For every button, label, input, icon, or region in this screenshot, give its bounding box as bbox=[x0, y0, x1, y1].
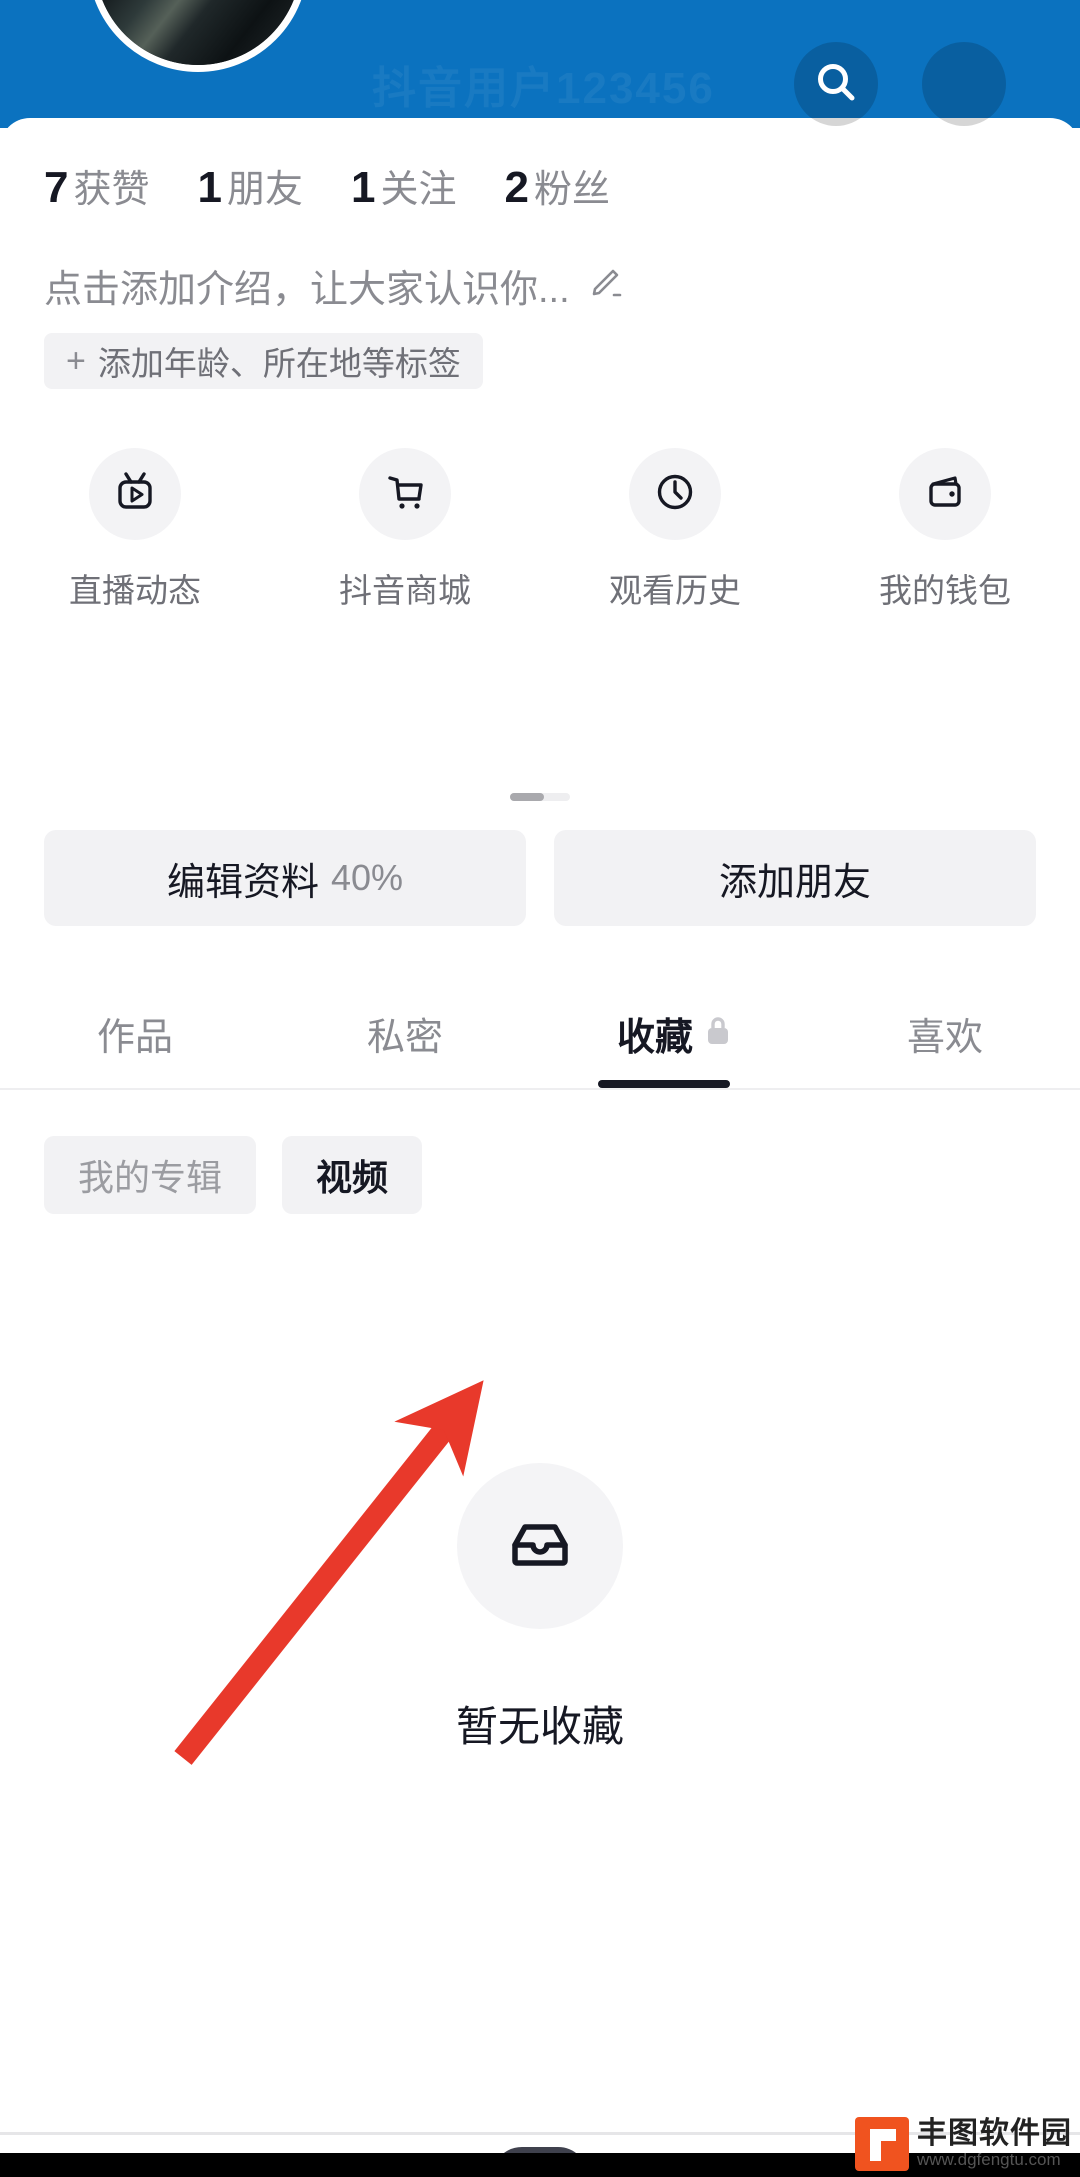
stat-likes-value: 7 bbox=[44, 163, 69, 212]
collection-filter-chips: 我的专辑 视频 bbox=[44, 1136, 448, 1214]
tabs-divider bbox=[0, 1088, 1080, 1090]
quick-action-shop-circle bbox=[359, 448, 451, 540]
stat-friends-value: 1 bbox=[197, 163, 222, 212]
content-tabs: 作品 私密 收藏 喜欢 bbox=[0, 978, 1080, 1088]
quick-actions-row: 直播动态 抖音商城 观看历史 我的钱包 bbox=[0, 448, 1080, 612]
quick-action-wallet-label: 我的钱包 bbox=[879, 572, 1011, 609]
pencil-icon bbox=[584, 263, 624, 308]
quick-action-history-circle bbox=[629, 448, 721, 540]
banner-ghost-username: 抖音用户123456 bbox=[372, 64, 715, 113]
search-icon bbox=[812, 58, 860, 111]
plus-icon: + bbox=[66, 342, 86, 380]
app-screen: 抖音用户123456 7 获赞 1 朋友 1 关注 2 粉丝 点击添加介绍，让大… bbox=[0, 0, 1080, 2177]
stat-likes[interactable]: 7 获赞 bbox=[44, 166, 150, 210]
quick-action-shop[interactable]: 抖音商城 bbox=[270, 448, 540, 612]
tab-favorites[interactable]: 收藏 bbox=[540, 978, 810, 1088]
quick-action-live-circle bbox=[89, 448, 181, 540]
menu-button[interactable] bbox=[922, 42, 1006, 126]
inbox-icon bbox=[497, 1501, 583, 1592]
stat-friends[interactable]: 1 朋友 bbox=[198, 166, 304, 210]
add-tags-label: 添加年龄、所在地等标签 bbox=[97, 345, 461, 382]
quick-action-live[interactable]: 直播动态 bbox=[0, 448, 270, 612]
quick-action-wallet[interactable]: 我的钱包 bbox=[810, 448, 1080, 612]
tab-likes-label: 喜欢 bbox=[906, 1016, 983, 1059]
profile-action-row: 编辑资料 40% 添加朋友 bbox=[44, 830, 1036, 926]
active-tab-underline bbox=[598, 1080, 730, 1088]
quick-action-live-label: 直播动态 bbox=[69, 572, 201, 609]
search-button[interactable] bbox=[794, 42, 878, 126]
empty-state: 暂无收藏 bbox=[0, 1463, 1080, 1754]
quick-action-shop-label: 抖音商城 bbox=[339, 572, 471, 609]
avatar-photo bbox=[95, 0, 301, 65]
watermark-logo-icon bbox=[855, 2117, 909, 2171]
clock-history-icon bbox=[650, 467, 700, 522]
live-tv-icon bbox=[110, 467, 160, 522]
bio-row[interactable]: 点击添加介绍，让大家认识你... bbox=[44, 258, 624, 313]
watermark-url: www.dgfengtu.com bbox=[917, 2149, 1061, 2169]
tab-likes[interactable]: 喜欢 bbox=[810, 978, 1080, 1088]
tab-private-label: 私密 bbox=[366, 1016, 443, 1059]
scroll-thumb bbox=[510, 793, 544, 801]
quick-actions-scroll-indicator[interactable] bbox=[510, 793, 570, 801]
stat-following[interactable]: 1 关注 bbox=[351, 166, 457, 210]
watermark: 丰图软件园 www.dgfengtu.com bbox=[855, 2117, 1072, 2171]
bio-placeholder-text: 点击添加介绍，让大家认识你... bbox=[44, 269, 570, 311]
stat-followers[interactable]: 2 粉丝 bbox=[505, 166, 611, 210]
edit-profile-percent: 40% bbox=[330, 857, 404, 898]
chip-my-albums[interactable]: 我的专辑 bbox=[44, 1136, 257, 1214]
profile-stats: 7 获赞 1 朋友 1 关注 2 粉丝 bbox=[44, 166, 658, 210]
watermark-texts: 丰图软件园 www.dgfengtu.com bbox=[917, 2118, 1072, 2170]
quick-action-history-label: 观看历史 bbox=[609, 572, 741, 609]
stat-friends-label: 朋友 bbox=[226, 169, 303, 211]
add-friend-label: 添加朋友 bbox=[718, 861, 871, 904]
lock-icon bbox=[703, 1014, 733, 1053]
chip-my-albums-label: 我的专辑 bbox=[78, 1157, 223, 1198]
tab-works[interactable]: 作品 bbox=[0, 978, 270, 1088]
stat-likes-label: 获赞 bbox=[73, 169, 150, 211]
add-tags-chip[interactable]: + 添加年龄、所在地等标签 bbox=[44, 333, 483, 389]
edit-profile-label: 编辑资料 bbox=[166, 861, 319, 904]
avatar[interactable] bbox=[88, 0, 308, 72]
stat-following-value: 1 bbox=[351, 163, 376, 212]
empty-state-text: 暂无收藏 bbox=[455, 1703, 624, 1750]
empty-state-icon-circle bbox=[457, 1463, 623, 1629]
quick-action-wallet-circle bbox=[899, 448, 991, 540]
tab-private[interactable]: 私密 bbox=[270, 978, 540, 1088]
profile-sheet: 7 获赞 1 朋友 1 关注 2 粉丝 点击添加介绍，让大家认识你... + 添… bbox=[0, 118, 1080, 2177]
stat-followers-value: 2 bbox=[504, 163, 529, 212]
add-friend-button[interactable]: 添加朋友 bbox=[554, 830, 1036, 926]
shopping-cart-icon bbox=[380, 467, 430, 522]
edit-profile-button[interactable]: 编辑资料 40% bbox=[44, 830, 526, 926]
quick-action-history[interactable]: 观看历史 bbox=[540, 448, 810, 612]
stat-followers-label: 粉丝 bbox=[533, 169, 610, 211]
watermark-title: 丰图软件园 bbox=[917, 2117, 1072, 2151]
wallet-icon bbox=[920, 467, 970, 522]
tab-favorites-label: 收藏 bbox=[616, 1016, 693, 1059]
chip-videos[interactable]: 视频 bbox=[282, 1136, 423, 1214]
tab-works-label: 作品 bbox=[96, 1016, 173, 1059]
stat-following-label: 关注 bbox=[380, 169, 457, 211]
chip-videos-label: 视频 bbox=[316, 1157, 389, 1198]
